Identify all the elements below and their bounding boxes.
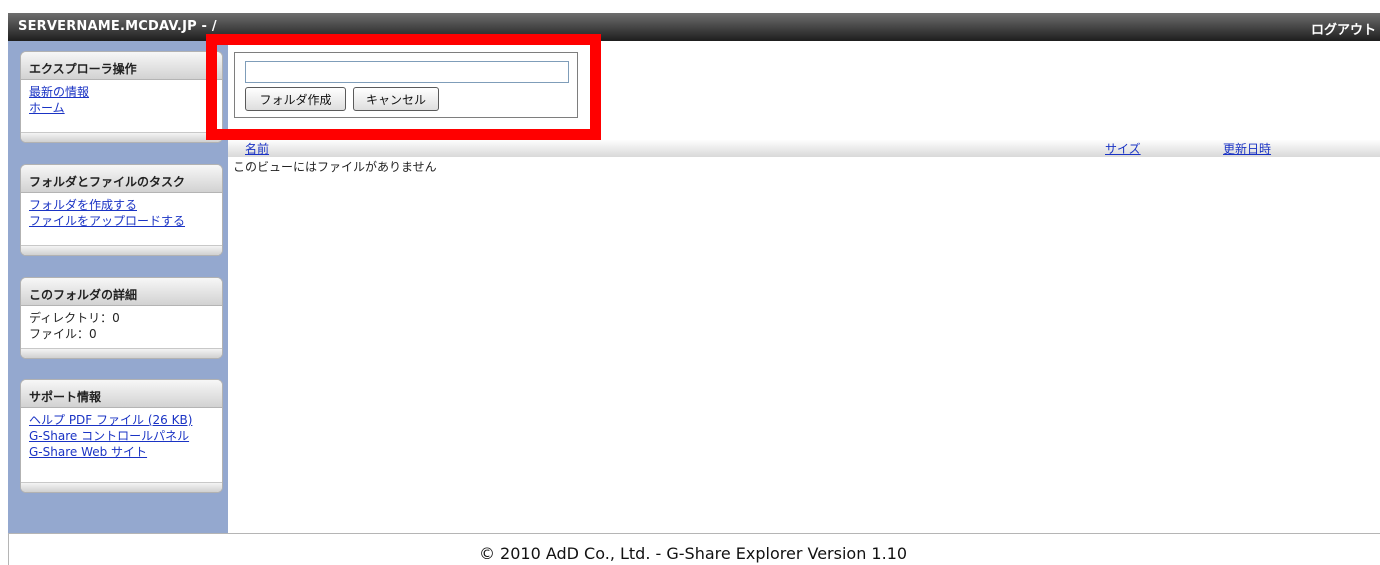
panel-footer bbox=[21, 348, 222, 358]
refresh-link[interactable]: 最新の情報 bbox=[29, 84, 222, 100]
tasks-panel: フォルダとファイルのタスク フォルダを作成する ファイルをアップロードする bbox=[20, 164, 223, 256]
cancel-button[interactable]: キャンセル bbox=[353, 87, 439, 111]
create-folder-link[interactable]: フォルダを作成する bbox=[29, 197, 222, 213]
column-modified[interactable]: 更新日時 bbox=[1223, 140, 1271, 157]
home-link[interactable]: ホーム bbox=[29, 100, 222, 116]
details-panel-heading: このフォルダの詳細 bbox=[21, 278, 222, 306]
file-list-header: 名前 サイズ 更新日時 bbox=[228, 140, 1380, 157]
panel-footer bbox=[21, 482, 222, 492]
copyright-text: © 2010 AdD Co., Ltd. - G-Share Explorer … bbox=[478, 544, 908, 563]
create-folder-button[interactable]: フォルダ作成 bbox=[245, 87, 346, 111]
column-size[interactable]: サイズ bbox=[1105, 140, 1141, 157]
empty-message: このビューにはファイルがありません bbox=[233, 160, 437, 174]
sidebar: エクスプローラ操作 最新の情報 ホーム フォルダとファイルのタスク フォルダを作… bbox=[8, 41, 228, 533]
logout-link[interactable]: ログアウト bbox=[1311, 19, 1376, 38]
column-name[interactable]: 名前 bbox=[245, 140, 269, 157]
create-folder-form: フォルダ作成 キャンセル bbox=[234, 52, 578, 118]
explorer-panel: エクスプローラ操作 最新の情報 ホーム bbox=[20, 51, 223, 143]
control-panel-link[interactable]: G-Share コントロールパネル bbox=[29, 428, 222, 444]
folder-name-input[interactable] bbox=[245, 61, 569, 83]
details-panel: このフォルダの詳細 ディレクトリ：0 ファイル：0 bbox=[20, 277, 223, 359]
footer: © 2010 AdD Co., Ltd. - G-Share Explorer … bbox=[0, 544, 1380, 563]
directory-count: ディレクトリ：0 bbox=[29, 311, 120, 325]
upload-file-link[interactable]: ファイルをアップロードする bbox=[29, 213, 222, 229]
file-count: ファイル：0 bbox=[29, 327, 97, 341]
support-panel: サポート情報 ヘルプ PDF ファイル (26 KB) G-Share コントロ… bbox=[20, 379, 223, 493]
explorer-panel-heading: エクスプローラ操作 bbox=[21, 52, 222, 80]
footer-divider bbox=[8, 533, 1380, 534]
main-content: フォルダ作成 キャンセル 名前 サイズ 更新日時 このビューにはファイルがありま… bbox=[206, 34, 1380, 533]
support-panel-heading: サポート情報 bbox=[21, 380, 222, 408]
website-link[interactable]: G-Share Web サイト bbox=[29, 444, 222, 460]
help-pdf-link[interactable]: ヘルプ PDF ファイル (26 KB) bbox=[29, 412, 222, 428]
server-title: SERVERNAME.MCDAV.JP - / bbox=[18, 19, 217, 34]
tasks-panel-heading: フォルダとファイルのタスク bbox=[21, 165, 222, 193]
panel-footer bbox=[21, 245, 222, 255]
panel-footer bbox=[21, 132, 222, 142]
